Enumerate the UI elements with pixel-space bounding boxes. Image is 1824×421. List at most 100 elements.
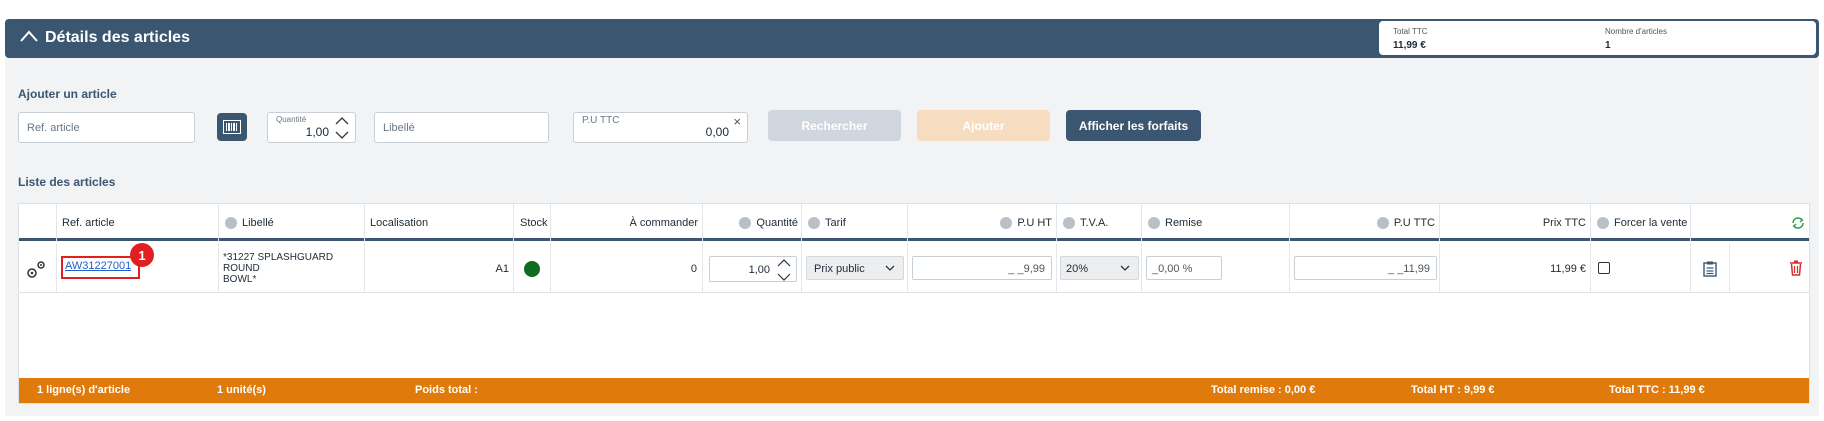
stepper-arrows-icon[interactable] (335, 116, 349, 140)
clear-icon[interactable]: × (733, 114, 741, 129)
footer-total-ht: Total HT : 9,99 € (1411, 384, 1495, 396)
refresh-icon[interactable] (1791, 216, 1805, 230)
col-localisation[interactable]: Localisation (365, 204, 514, 241)
remise-value: _0,00 % (1152, 263, 1193, 275)
pu-ttc-label: P.U TTC (582, 115, 620, 126)
pu-ht-input[interactable]: _ _9,99 (912, 256, 1052, 280)
col-tva-label: T.V.A. (1080, 216, 1109, 229)
edit-icon (1148, 216, 1160, 229)
search-button[interactable]: Rechercher (768, 110, 901, 141)
col-prix-ttc-label: Prix TTC (1542, 216, 1586, 229)
row-details-cell (1691, 244, 1730, 293)
footer-units-count: 1 unité(s) (217, 384, 266, 396)
stepper-arrows-icon[interactable] (777, 259, 791, 281)
row-tva-cell: 20% (1057, 244, 1142, 293)
row-a-commander-cell: 0 (551, 244, 703, 293)
trash-icon[interactable] (1789, 260, 1803, 276)
row-ref-cell: AW31227001 1 (57, 243, 219, 293)
col-forcer-label: Forcer la vente (1614, 216, 1688, 229)
gears-icon[interactable] (24, 258, 48, 280)
col-a-commander-label: À commander (629, 216, 698, 229)
libelle-placeholder: Libellé (383, 122, 415, 134)
col-quantite[interactable]: Quantité (703, 204, 802, 241)
col-prix-ttc[interactable]: Prix TTC (1440, 204, 1591, 241)
libelle-line-1: *31227 SPLASHGUARD ROUND (223, 252, 334, 274)
table-header: Ref. article Libellé Localisation Stock … (19, 204, 1809, 241)
footer-total-weight: Poids total : (415, 384, 478, 396)
remise-input[interactable]: _0,00 % (1146, 256, 1222, 280)
chevron-down-icon (1120, 265, 1130, 271)
row-quantity-stepper[interactable]: 1,00 (709, 256, 797, 282)
edit-icon (1063, 216, 1075, 229)
row-prix-ttc-cell: 11,99 € (1440, 244, 1591, 293)
tva-value: 20% (1066, 263, 1089, 275)
pu-ttc-input[interactable]: P.U TTC 0,00 × (573, 112, 748, 143)
edit-icon (1597, 216, 1609, 229)
col-tva[interactable]: T.V.A. (1057, 204, 1142, 241)
header-title: Détails des articles (45, 29, 190, 46)
col-tarif-label: Tarif (825, 216, 846, 229)
col-localisation-label: Localisation (370, 216, 429, 229)
add-button[interactable]: Ajouter (917, 110, 1050, 141)
row-libelle-cell: *31227 SPLASHGUARD ROUND BOWL* (219, 244, 365, 293)
quantity-value: 1,00 (305, 125, 329, 139)
libelle-line-2: BOWL* (223, 274, 257, 285)
ref-article-input[interactable]: Ref. article (18, 112, 195, 143)
col-pu-ht[interactable]: P.U HT (908, 204, 1057, 241)
barcode-button[interactable] (217, 113, 247, 141)
totals-footer: 1 ligne(s) d'article 1 unité(s) Poids to… (19, 378, 1809, 403)
total-ttc-value: 11,99 € (1393, 40, 1426, 51)
col-tools (1691, 204, 1811, 241)
forcer-vente-checkbox[interactable] (1598, 262, 1610, 274)
row-delete-cell (1730, 244, 1811, 293)
col-forcer[interactable]: Forcer la vente (1591, 204, 1691, 241)
tva-select[interactable]: 20% (1060, 256, 1139, 280)
row-pu-ht-cell: _ _9,99 (908, 244, 1057, 293)
quantity-stepper[interactable]: Quantité 1,00 (267, 112, 356, 143)
col-libelle[interactable]: Libellé (219, 204, 365, 241)
pu-ttc-row-input[interactable]: _ _11,99 (1294, 256, 1437, 280)
nb-articles-value: 1 (1605, 40, 1611, 51)
clipboard-icon[interactable] (1703, 261, 1717, 277)
stock-indicator (524, 260, 540, 277)
col-pu-ht-label: P.U HT (1017, 216, 1052, 229)
show-packages-button[interactable]: Afficher les forfaits (1066, 110, 1201, 141)
step-badge: 1 (130, 243, 154, 267)
row-remise-cell: _0,00 % (1142, 244, 1290, 293)
ref-article-placeholder: Ref. article (27, 122, 80, 134)
edit-icon (1376, 216, 1389, 229)
tarif-value: Prix public (814, 263, 865, 275)
col-stock[interactable]: Stock (514, 204, 551, 241)
edit-icon (739, 216, 752, 229)
total-ttc-label: Total TTC (1393, 27, 1428, 36)
libelle-input[interactable]: Libellé (374, 112, 549, 143)
footer-lines-count: 1 ligne(s) d'article (37, 384, 131, 396)
col-a-commander[interactable]: À commander (551, 204, 703, 241)
col-pu-ttc[interactable]: P.U TTC (1290, 204, 1440, 241)
articles-table: Ref. article Libellé Localisation Stock … (18, 203, 1810, 404)
row-quantity-value: 1,00 (748, 264, 770, 276)
row-forcer-cell (1591, 244, 1691, 293)
col-remise[interactable]: Remise (1142, 204, 1290, 241)
row-stock-cell (514, 244, 551, 293)
col-pu-ttc-label: P.U TTC (1393, 216, 1435, 229)
col-stock-label: Stock (520, 216, 548, 229)
article-ref-link[interactable]: AW31227001 (65, 260, 131, 272)
row-pu-ttc-value: _ _11,99 (1387, 263, 1430, 275)
table-row: AW31227001 1 *31227 SPLASHGUARD ROUND BO… (19, 243, 1811, 293)
col-ref-label: Ref. article (62, 216, 115, 229)
col-ref[interactable]: Ref. article (57, 204, 219, 241)
nb-articles-label: Nombre d'articles (1605, 27, 1667, 36)
footer-total-ttc: Total TTC : 11,99 € (1609, 384, 1705, 396)
col-tarif[interactable]: Tarif (802, 204, 908, 241)
col-remise-label: Remise (1165, 216, 1203, 229)
pu-ttc-value: 0,00 (705, 125, 729, 139)
footer-total-discount: Total remise : 0,00 € (1211, 384, 1316, 396)
tarif-select[interactable]: Prix public (806, 256, 904, 280)
edit-icon (808, 216, 820, 229)
row-actions-cell (19, 244, 57, 293)
article-list-title: Liste des articles (18, 175, 116, 189)
row-quantite-cell: 1,00 (703, 244, 802, 293)
chevron-up-icon[interactable] (19, 29, 39, 43)
add-article-title: Ajouter un article (18, 87, 117, 101)
